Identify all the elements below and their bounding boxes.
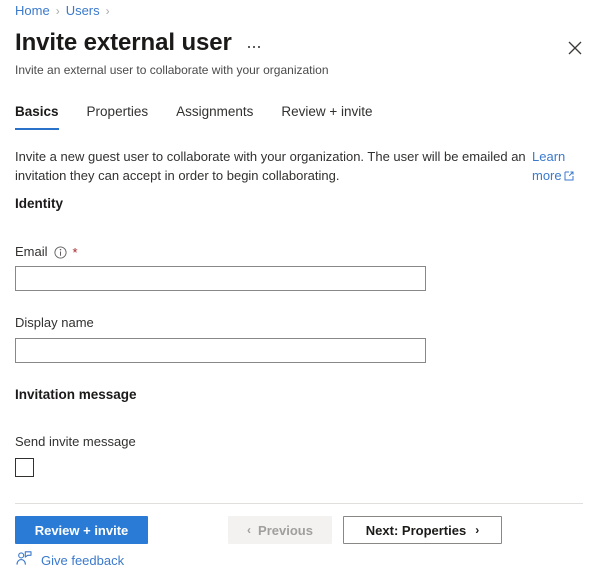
close-icon[interactable] bbox=[560, 33, 590, 63]
tab-review-invite[interactable]: Review + invite bbox=[281, 100, 386, 132]
required-asterisk: * bbox=[72, 244, 78, 260]
tab-basics[interactable]: Basics bbox=[15, 100, 73, 132]
section-heading-identity: Identity bbox=[15, 196, 64, 211]
email-input[interactable] bbox=[15, 266, 426, 291]
section-heading-invitation-message: Invitation message bbox=[15, 387, 137, 402]
send-invite-message-checkbox[interactable] bbox=[15, 458, 34, 477]
next-properties-button-label: Next: Properties bbox=[365, 522, 467, 538]
tab-bar: Basics Properties Assignments Review + i… bbox=[15, 100, 401, 132]
breadcrumb-separator-icon: › bbox=[105, 4, 110, 18]
display-name-field-label: Display name bbox=[15, 314, 94, 332]
display-name-label-text: Display name bbox=[15, 315, 94, 330]
display-name-input[interactable] bbox=[15, 338, 426, 363]
external-link-icon bbox=[564, 167, 574, 186]
page-title: Invite external user bbox=[15, 29, 232, 56]
previous-button[interactable]: ‹ Previous bbox=[228, 516, 332, 544]
breadcrumb: Home › Users › bbox=[15, 2, 116, 20]
previous-button-label: Previous bbox=[258, 522, 313, 538]
ellipsis-icon[interactable] bbox=[246, 42, 262, 52]
give-feedback-link[interactable]: Give feedback bbox=[16, 551, 124, 571]
feedback-person-icon bbox=[16, 551, 32, 571]
next-properties-button[interactable]: Next: Properties › bbox=[343, 516, 502, 544]
breadcrumb-item-home[interactable]: Home bbox=[15, 2, 50, 20]
footer-divider bbox=[15, 503, 583, 504]
page-header: Invite external user bbox=[15, 28, 262, 58]
intro-text: Invite a new guest user to collaborate w… bbox=[15, 149, 526, 183]
info-icon[interactable] bbox=[53, 245, 67, 259]
breadcrumb-separator-icon: › bbox=[55, 4, 60, 18]
chevron-right-icon: › bbox=[475, 523, 480, 537]
email-field-label: Email * bbox=[15, 243, 78, 261]
give-feedback-label: Give feedback bbox=[41, 553, 125, 568]
email-label-text: Email bbox=[15, 244, 48, 259]
chevron-left-icon: ‹ bbox=[247, 523, 252, 537]
learn-more-label: Learn more bbox=[532, 149, 566, 183]
tab-properties[interactable]: Properties bbox=[87, 100, 163, 132]
send-invite-message-label: Send invite message bbox=[15, 434, 136, 449]
breadcrumb-item-users[interactable]: Users bbox=[66, 2, 100, 20]
review-invite-button[interactable]: Review + invite bbox=[15, 516, 148, 544]
learn-more-link[interactable]: Learn more bbox=[532, 147, 588, 186]
page-subtitle: Invite an external user to collaborate w… bbox=[15, 63, 329, 77]
tab-assignments[interactable]: Assignments bbox=[176, 100, 267, 132]
